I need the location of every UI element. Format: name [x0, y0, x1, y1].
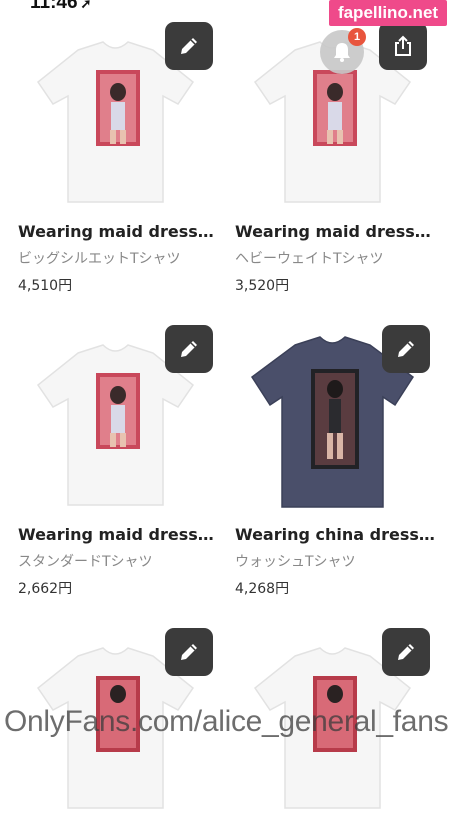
product-title[interactable]: Wearing china dress…	[235, 525, 435, 544]
product-type: ビッグシルエットTシャツ	[18, 251, 181, 267]
notification-badge: 1	[348, 28, 366, 46]
product-title[interactable]: Wearing maid dress…	[18, 222, 218, 241]
edit-button[interactable]	[382, 628, 430, 676]
product-price: 4,510円	[18, 278, 73, 294]
pencil-icon	[181, 38, 197, 54]
edit-button[interactable]	[165, 325, 213, 373]
site-watermark: fapellino.net	[329, 0, 447, 26]
product-price: 3,520円	[235, 278, 290, 294]
product-price: 4,268円	[235, 581, 290, 597]
pencil-icon	[181, 341, 197, 357]
product-title[interactable]: Wearing maid dress…	[235, 222, 435, 241]
edit-button[interactable]	[382, 325, 430, 373]
pencil-icon	[181, 644, 197, 660]
product-type: ヘビーウェイトTシャツ	[235, 251, 384, 267]
product-title[interactable]: Wearing maid dress…	[18, 525, 218, 544]
product-type: スタンダードTシャツ	[18, 554, 153, 570]
share-icon	[395, 35, 411, 56]
edit-button[interactable]	[165, 628, 213, 676]
share-button[interactable]	[379, 22, 427, 70]
pencil-icon	[398, 341, 414, 357]
edit-button[interactable]	[165, 22, 213, 70]
product-grid: Wearing maid dress… ビッグシルエットTシャツ 4,510円 …	[0, 0, 450, 809]
pencil-icon	[398, 644, 414, 660]
footer-watermark: OnlyFans.com/alice_general_fans	[4, 705, 449, 738]
product-type: ウォッシュTシャツ	[235, 554, 356, 570]
product-price: 2,662円	[18, 581, 73, 597]
